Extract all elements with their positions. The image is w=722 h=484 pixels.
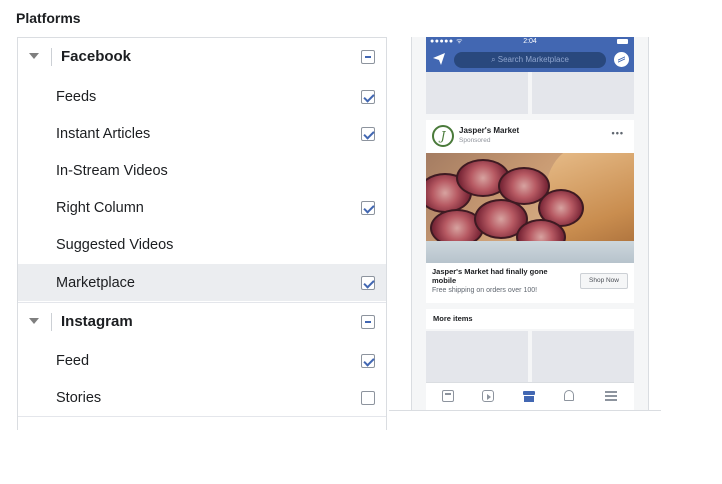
placement-label: Instant Articles [56,125,151,142]
sponsored-ad-card[interactable]: J Jasper's Market Sponsored ••• Jasper's… [426,120,634,303]
preview-baseline [389,410,661,411]
video-icon[interactable] [482,390,494,402]
status-time: 2:04 [523,38,537,45]
search-icon: ⌕ [491,55,498,64]
caret-down-icon[interactable] [29,318,39,324]
placement-label: Marketplace [56,274,135,291]
instant-articles-checkbox[interactable] [361,127,375,141]
placement-stories[interactable]: Stories [18,379,386,416]
placement-marketplace[interactable]: Marketplace [18,264,386,301]
advertiser-name[interactable]: Jasper's Market [459,126,519,135]
group-label-instagram: Instagram [61,312,133,330]
placement-label: Feeds [56,88,97,105]
grid-tile[interactable] [426,72,528,114]
marketplace-navbar: ⌕ Search Marketplace [426,47,634,72]
placement-right-column[interactable]: Right Column [18,189,386,226]
send-icon[interactable] [432,52,446,66]
table-cloth [426,241,634,263]
placement-instagram-feed[interactable]: Feed [18,342,386,379]
right-column-checkbox[interactable] [361,201,375,215]
placement-label: Feed [56,352,90,369]
more-items-header: More items [426,309,634,329]
bottom-tab-bar [426,382,634,410]
placement-instant-articles[interactable]: Instant Articles [18,115,386,152]
group-next [18,416,386,430]
status-bar: ●●●●● ᯤ 2:04 [426,37,634,47]
placement-label: Right Column [56,199,144,216]
placement-suggested-videos[interactable]: Suggested Videos [18,226,386,263]
grid-tile[interactable] [426,331,528,382]
feed-icon[interactable] [442,390,454,402]
sponsored-label: Sponsored [459,137,491,144]
search-input[interactable]: ⌕ Search Marketplace [454,52,606,68]
grid-tile[interactable] [532,331,634,382]
battery-icon [617,39,628,44]
notifications-icon[interactable] [564,390,574,401]
search-placeholder: Search Marketplace [497,55,569,64]
stories-checkbox[interactable] [361,391,375,405]
shop-now-button[interactable]: Shop Now [580,273,628,289]
more-options-icon[interactable]: ••• [612,128,624,138]
instagram-group-checkbox[interactable] [361,315,375,329]
caret-down-icon[interactable] [29,53,39,59]
ad-image-fig-tart[interactable] [426,153,634,263]
advertiser-avatar: J [432,125,454,147]
messenger-icon[interactable] [614,52,629,67]
placement-label: Stories [56,389,102,406]
feeds-checkbox[interactable] [361,90,375,104]
menu-icon[interactable] [605,391,617,401]
placement-feeds[interactable]: Feeds [18,78,386,115]
grid-tile[interactable] [532,72,634,114]
ad-description: Free shipping on orders over 100! [432,287,538,294]
ad-headline: Jasper's Market had finally gone mobile [432,267,548,285]
group-label-facebook: Facebook [61,48,132,65]
section-title: Platforms [16,10,81,26]
facebook-group-checkbox[interactable] [361,50,375,64]
placement-label: In-Stream Videos [56,162,168,179]
group-instagram[interactable]: Instagram [18,302,386,339]
placement-label: Suggested Videos [56,236,174,253]
marketplace-checkbox[interactable] [361,276,375,290]
marketplace-icon[interactable] [523,390,535,402]
placement-in-stream-videos[interactable]: In-Stream Videos [18,152,386,189]
placements-panel: Facebook Feeds Instant Articles In-Strea… [17,37,387,430]
instagram-feed-checkbox[interactable] [361,354,375,368]
group-facebook[interactable]: Facebook [18,38,386,75]
divider [51,48,52,66]
divider [51,313,52,331]
marketplace-preview: ●●●●● ᯤ 2:04 ⌕ Search Marketplace J Jasp… [411,37,649,410]
